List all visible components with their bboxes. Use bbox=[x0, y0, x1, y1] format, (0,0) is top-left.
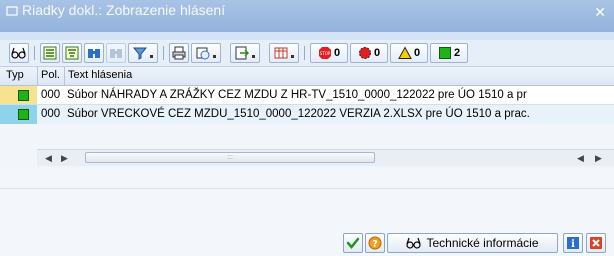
find-button[interactable] bbox=[84, 43, 104, 63]
glasses-icon bbox=[406, 237, 422, 249]
title-strip bbox=[0, 32, 614, 40]
continue-button[interactable] bbox=[343, 233, 363, 253]
filter-warning-messages-button[interactable]: 0 bbox=[390, 43, 428, 63]
toolbar-separator bbox=[304, 46, 305, 60]
svg-text:i: i bbox=[571, 239, 575, 250]
column-header-text[interactable]: Text hlásenia bbox=[68, 69, 132, 81]
help-icon: ? bbox=[368, 236, 382, 250]
table-view-icon bbox=[274, 47, 287, 59]
footer-divider bbox=[0, 188, 614, 189]
row-message-text: Súbor VRECKOVÉ CEZ MZDU_1510_0000_122022… bbox=[67, 108, 530, 120]
scroll-right-right-arrow-icon[interactable]: ▶ bbox=[595, 153, 602, 164]
sort-ascending-button[interactable] bbox=[40, 43, 60, 63]
horizontal-scrollbar[interactable]: ◀ ▶ ::: ◀ ▶ bbox=[37, 149, 614, 166]
window-title-bar: Riadky dokl.: Zobrazenie hlásení ✕ bbox=[0, 0, 614, 32]
info-icon: i bbox=[567, 237, 579, 250]
layout-button[interactable] bbox=[191, 43, 221, 63]
column-divider[interactable] bbox=[37, 67, 38, 85]
export-icon bbox=[235, 46, 249, 60]
toolbar: STOP 0 0 0 2 bbox=[0, 40, 614, 67]
scroll-right-left-arrow-icon[interactable]: ◀ bbox=[577, 153, 584, 164]
find-next-button[interactable] bbox=[106, 43, 126, 63]
table-row[interactable]: 000 Súbor NÁHRADY A ZRÁŽKY CEZ MZDU Z HR… bbox=[0, 86, 614, 105]
window-icon bbox=[6, 6, 18, 16]
filter-error-messages-button[interactable]: 0 bbox=[350, 43, 388, 63]
row-pol: 000 bbox=[41, 108, 61, 120]
cancel-button[interactable] bbox=[586, 233, 606, 253]
export-button[interactable] bbox=[230, 43, 260, 63]
window-title: Riadky dokl.: Zobrazenie hlásení bbox=[22, 2, 226, 18]
sort-descending-icon bbox=[65, 46, 79, 60]
stop-icon: STOP bbox=[318, 47, 331, 59]
filter-stop-messages-button[interactable]: STOP 0 bbox=[310, 43, 348, 63]
table-header: Typ Pol. Text hlásenia bbox=[0, 67, 614, 86]
layout-dropdown-arrow[interactable] bbox=[212, 46, 217, 60]
glasses-icon bbox=[11, 47, 26, 59]
technical-info-button[interactable] bbox=[9, 43, 29, 63]
view-button[interactable] bbox=[269, 43, 299, 63]
technical-information-label: Technické informácie bbox=[426, 236, 539, 250]
scroll-right-arrow-icon[interactable]: ▶ bbox=[61, 153, 68, 164]
stop-count: 0 bbox=[333, 47, 341, 59]
scrollbar-thumb[interactable]: ::: bbox=[85, 152, 375, 163]
print-button[interactable] bbox=[169, 43, 189, 63]
information-button[interactable]: i bbox=[563, 233, 583, 253]
scroll-left-arrow-icon[interactable]: ◀ bbox=[45, 153, 52, 164]
export-dropdown-arrow[interactable] bbox=[251, 46, 256, 60]
filter-dropdown-arrow[interactable] bbox=[149, 46, 154, 60]
layout-icon bbox=[196, 47, 209, 60]
row-type-cell[interactable] bbox=[0, 86, 37, 105]
error-count: 0 bbox=[373, 47, 381, 59]
view-dropdown-arrow[interactable] bbox=[290, 46, 295, 60]
success-count: 2 bbox=[453, 47, 461, 59]
row-message-text: Súbor NÁHRADY A ZRÁŽKY CEZ MZDU Z HR-TV_… bbox=[67, 89, 527, 101]
success-square-icon bbox=[18, 90, 29, 101]
error-icon bbox=[358, 47, 371, 59]
filter-success-messages-button[interactable]: 2 bbox=[430, 43, 468, 63]
toolbar-separator bbox=[163, 46, 164, 60]
filter-button[interactable] bbox=[128, 43, 158, 63]
warning-count: 0 bbox=[413, 47, 421, 59]
sort-icon bbox=[43, 46, 57, 60]
technical-information-button[interactable]: Technické informácie bbox=[387, 233, 558, 253]
toolbar-separator bbox=[34, 46, 35, 60]
binoculars-icon bbox=[88, 49, 100, 58]
close-icon[interactable]: ✕ bbox=[594, 4, 606, 21]
print-icon bbox=[172, 46, 186, 60]
checkmark-icon bbox=[346, 237, 360, 249]
cancel-x-icon bbox=[590, 237, 602, 249]
sort-descending-button[interactable] bbox=[62, 43, 82, 63]
column-divider[interactable] bbox=[64, 67, 65, 85]
help-button[interactable]: ? bbox=[365, 233, 385, 253]
table-row[interactable]: 000 Súbor VRECKOVÉ CEZ MZDU_1510_0000_12… bbox=[0, 105, 614, 124]
filter-icon bbox=[132, 47, 147, 60]
column-header-typ[interactable]: Typ bbox=[6, 69, 24, 81]
row-pol: 000 bbox=[41, 89, 61, 101]
success-square-icon bbox=[438, 47, 451, 59]
row-type-cell[interactable] bbox=[0, 105, 37, 124]
column-header-pol[interactable]: Pol. bbox=[41, 69, 60, 81]
binoculars-next-icon bbox=[110, 49, 122, 58]
svg-text:?: ? bbox=[372, 240, 377, 250]
svg-text:STOP: STOP bbox=[320, 51, 331, 56]
warning-icon bbox=[398, 46, 412, 59]
success-square-icon bbox=[18, 109, 29, 120]
